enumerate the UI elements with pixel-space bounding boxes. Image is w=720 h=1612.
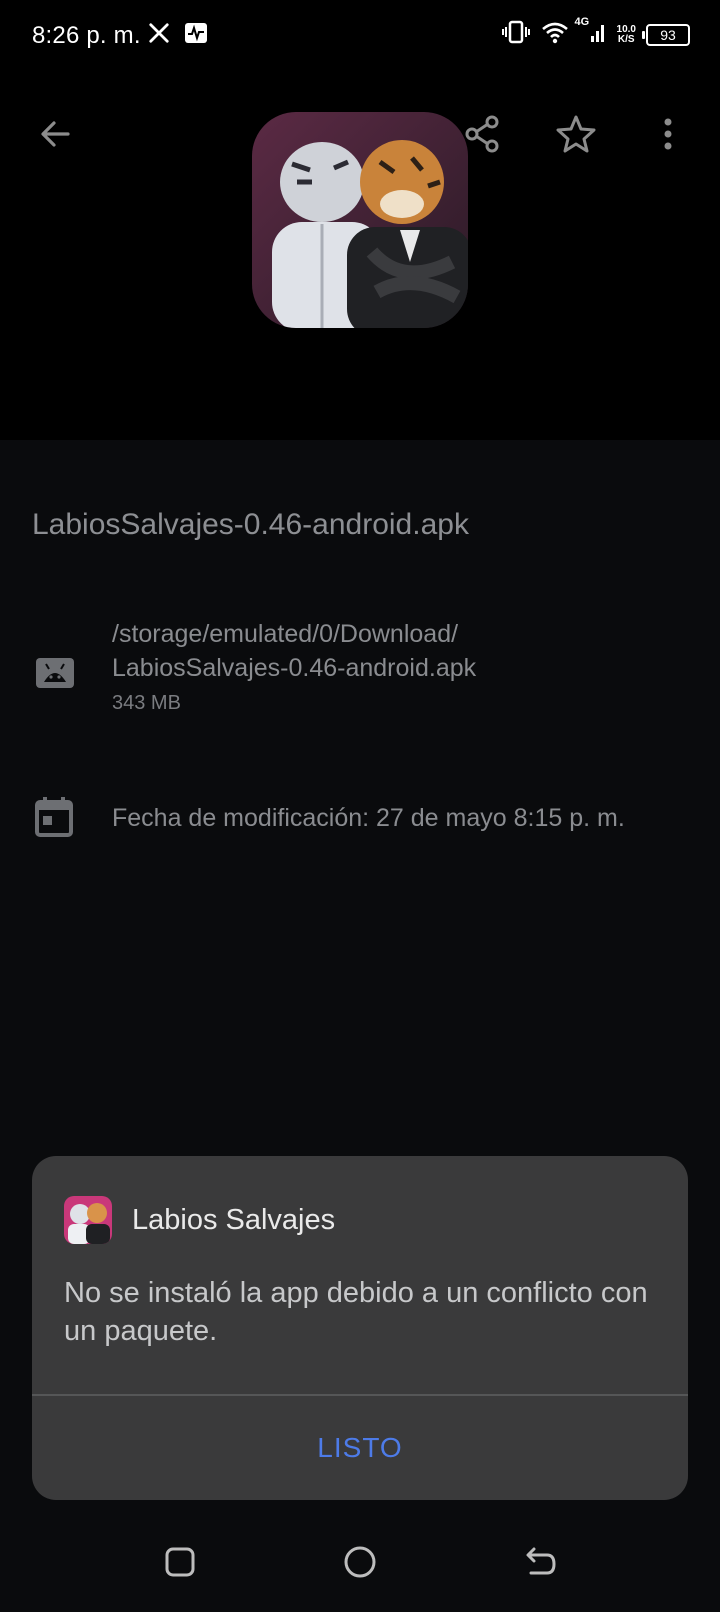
net-speed: 10.0 K/S [616,23,636,45]
file-path-line2: LabiosSalvajes-0.46-android.apk [112,654,477,682]
file-name: LabiosSalvajes-0.46-android.apk [32,508,469,541]
more-vert-icon [662,116,674,157]
navigation-bar [0,1516,720,1612]
back-button[interactable] [32,112,80,160]
status-time: 8:26 p. m. [32,22,141,49]
dialog-message: No se instaló la app debido a un conflic… [64,1277,648,1347]
x-app-icon [148,22,170,49]
dialog-app-name: Labios Salvajes [132,1204,336,1236]
nav-back-button[interactable] [516,1544,564,1584]
signal-icon: 4G [575,16,607,49]
wifi-icon [541,20,569,49]
calendar-icon [34,796,74,843]
favorite-button[interactable] [552,112,600,160]
back-arrow-icon [38,116,74,157]
more-options-button[interactable] [644,112,692,160]
file-path-line1: /storage/emulated/0/Download/ [112,620,459,648]
share-button[interactable] [458,112,506,160]
activity-icon [184,22,208,49]
install-result-dialog: Labios Salvajes No se instaló la app deb… [32,1156,688,1500]
status-bar: 8:26 p. m. 4G 10.0 K/S 93 [0,0,720,72]
back-nav-icon [523,1546,557,1583]
star-icon [556,114,596,159]
battery-icon: 93 [642,23,690,46]
app-image [252,112,468,328]
home-button[interactable] [336,1544,384,1584]
share-icon [462,114,502,159]
home-circle-icon [343,1545,377,1584]
recents-button[interactable] [156,1544,204,1584]
modified-date: Fecha de modificación: 27 de mayo 8:15 p… [112,804,625,832]
battery-level: 93 [660,26,676,43]
done-button[interactable]: LISTO [32,1396,688,1500]
recents-square-icon [164,1546,196,1583]
net-speed-unit: K/S [617,33,635,45]
network-type-label: 4G [574,16,590,28]
file-size: 343 MB [112,692,181,714]
vibrate-icon [501,20,531,49]
status-right-icons: 4G 10.0 K/S 93 [501,16,690,49]
dialog-app-icon [64,1196,112,1244]
android-icon [34,656,76,695]
net-speed-value: 10.0 [616,23,636,35]
notification-icons [148,22,208,49]
